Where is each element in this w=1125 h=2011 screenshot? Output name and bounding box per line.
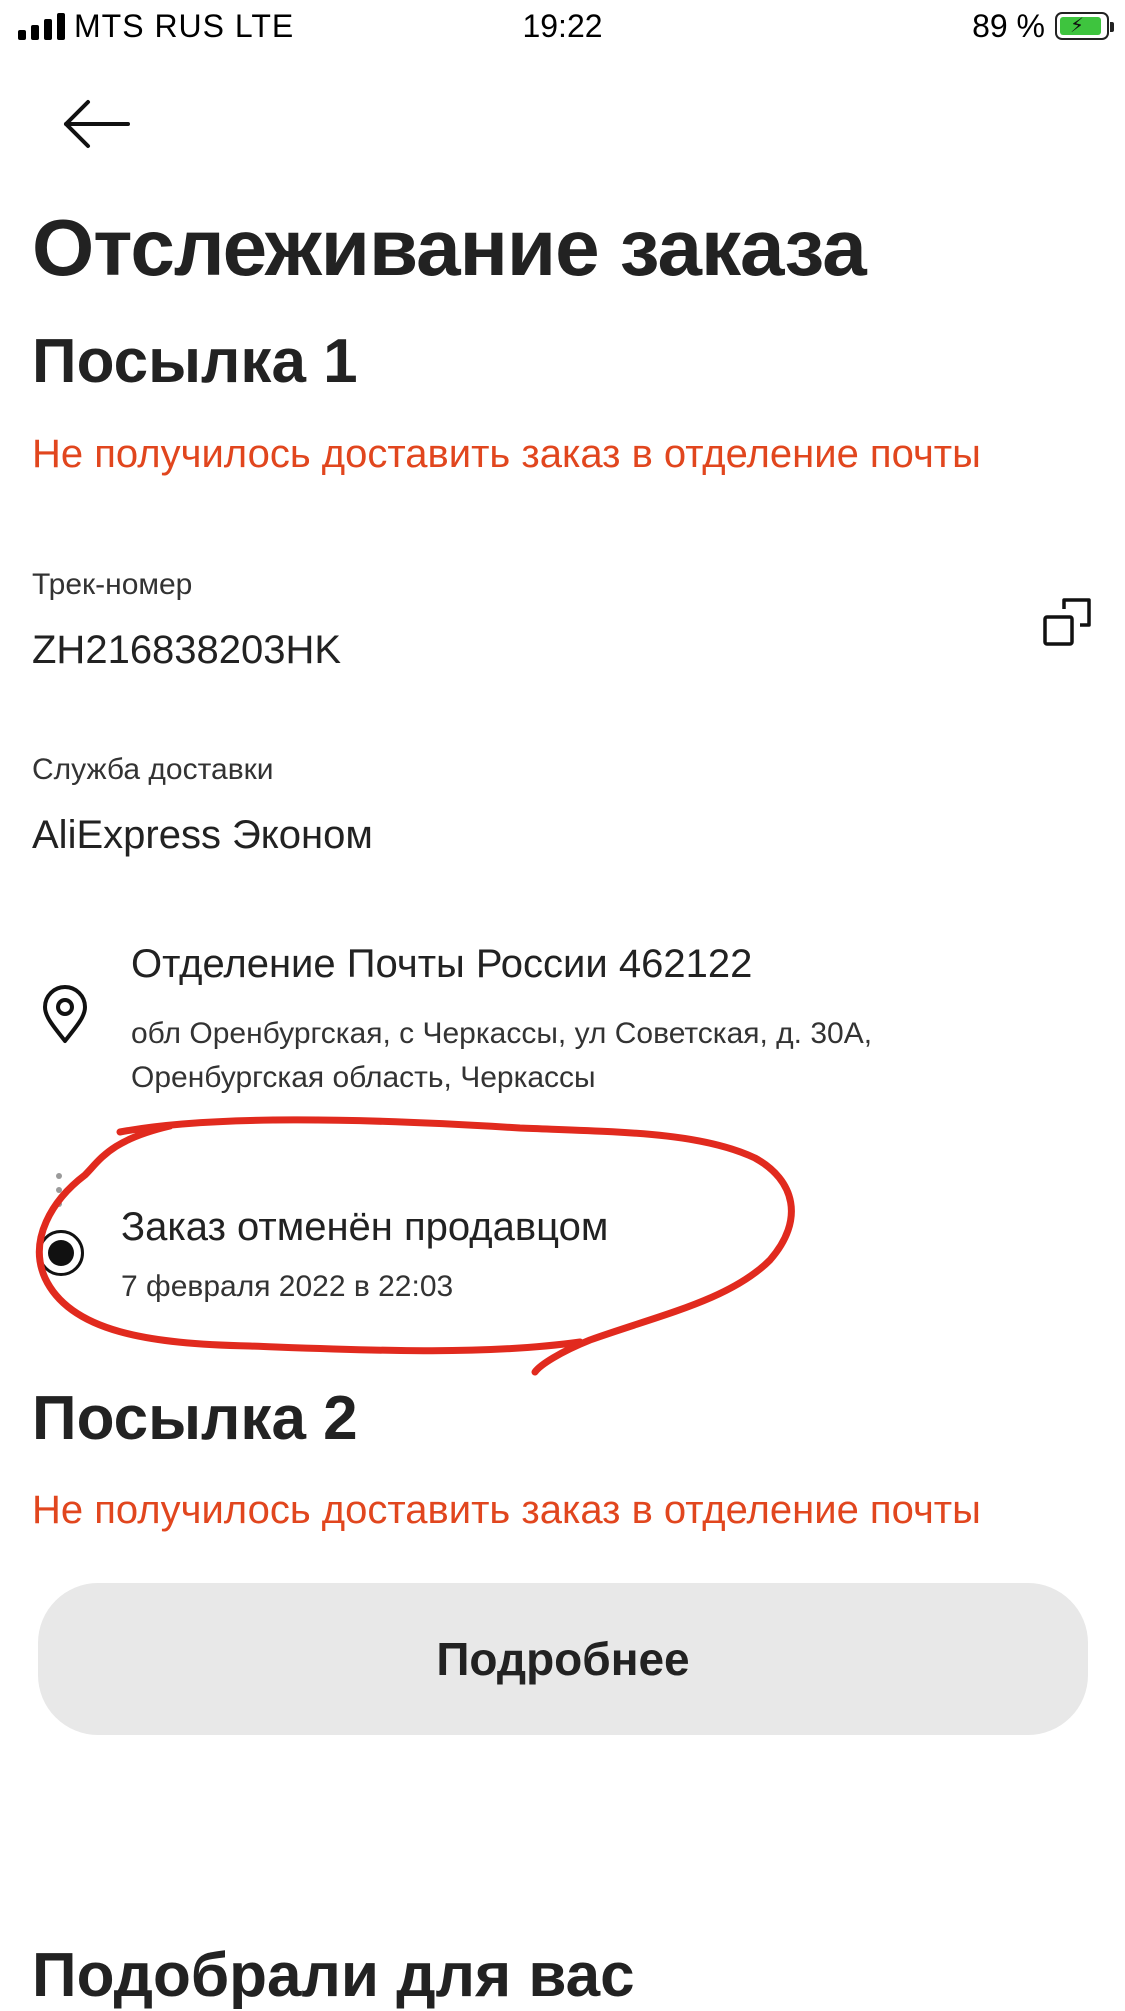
recommendations-title: Подобрали для вас xyxy=(32,1941,635,2010)
location-pin-icon xyxy=(43,985,87,1043)
post-office-title: Отделение Почты России 462122 xyxy=(131,942,753,986)
parcel-2-title: Посылка 2 xyxy=(32,1384,358,1453)
status-time: 19:22 xyxy=(522,8,603,44)
back-arrow-icon[interactable] xyxy=(62,96,132,152)
page-title: Отслеживание заказа xyxy=(32,203,867,292)
tracking-number: ZH216838203HK xyxy=(32,628,342,672)
event-date: 7 февраля 2022 в 22:03 xyxy=(121,1270,454,1303)
battery-percent: 89 % xyxy=(972,8,1045,44)
charging-bolt-icon: ⚡ xyxy=(1070,15,1085,37)
details-button[interactable]: Подробнее xyxy=(38,1583,1088,1735)
status-bar: MTS RUS LTE 19:22 89 % ⚡ xyxy=(0,0,1125,54)
timeline-connector xyxy=(55,1173,65,1223)
tracking-number-label: Трек-номер xyxy=(32,568,193,601)
event-title: Заказ отменён продавцом xyxy=(121,1205,609,1249)
parcel-1-title: Посылка 1 xyxy=(32,327,358,396)
parcel-1-status: Не получилось доставить заказ в отделени… xyxy=(32,432,981,476)
post-office-address: обл Оренбургская, с Черкассы, ул Советск… xyxy=(131,1017,873,1094)
timeline-event-marker xyxy=(38,1230,84,1276)
copy-icon[interactable] xyxy=(1042,595,1094,647)
battery-icon: ⚡ xyxy=(1055,12,1114,40)
delivery-service-label: Служба доставки xyxy=(32,753,274,786)
parcel-2-status: Не получилось доставить заказ в отделени… xyxy=(32,1488,981,1532)
red-circle-annotation xyxy=(35,1116,795,1376)
delivery-service-name: AliExpress Эконом xyxy=(32,813,373,857)
